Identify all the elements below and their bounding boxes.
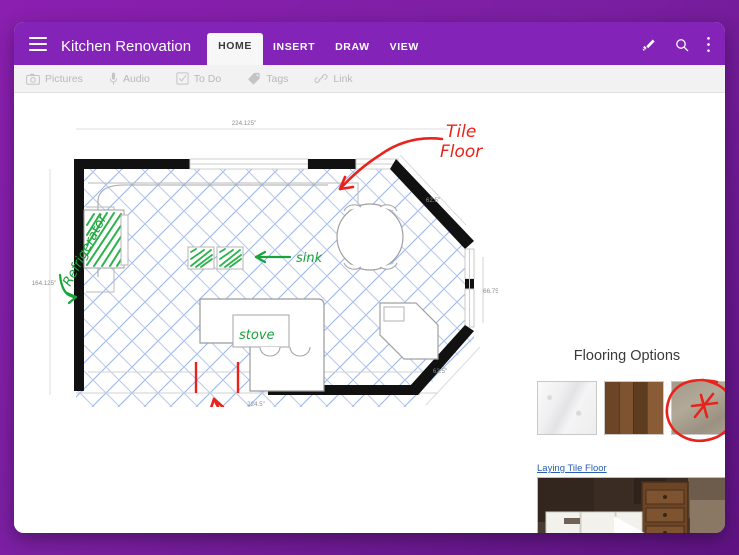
ink-label-tile-line1: Tile <box>446 122 476 142</box>
ink-label-ourselves-line1: we could <box>438 532 507 533</box>
ink-label-tile-line2: Floor <box>440 142 483 162</box>
ribbon-item-tags[interactable]: Tags <box>247 72 288 85</box>
tab-view[interactable]: VIEW <box>380 35 429 65</box>
checkbox-icon <box>176 72 189 85</box>
more-options-icon[interactable] <box>706 36 711 53</box>
ribbon-item-todo[interactable]: To Do <box>176 72 221 85</box>
dim-upper-right-diagonal: 62.5" <box>426 197 440 204</box>
tile-install-video[interactable] <box>537 477 725 533</box>
ink-selection-circle <box>665 378 725 443</box>
title-bar: Kitchen Renovation HOME INSERT DRAW VIEW <box>14 22 725 65</box>
tab-insert[interactable]: INSERT <box>263 35 325 65</box>
search-icon[interactable] <box>674 37 690 53</box>
note-canvas[interactable]: 224.125" 164.125" 224.5" 62.5" 66.75" 62… <box>14 93 725 533</box>
ribbon-label-audio: Audio <box>122 72 150 85</box>
ribbon-label-todo: To Do <box>193 72 222 85</box>
ribbon-item-link[interactable]: Link <box>314 72 353 85</box>
laying-tile-floor-link[interactable]: Laying Tile Floor <box>537 463 607 474</box>
ribbon-label-link: Link <box>333 72 353 85</box>
floorplan-image[interactable]: 224.125" 164.125" 224.5" 62.5" 66.75" 62… <box>28 107 498 407</box>
hamburger-icon[interactable] <box>29 37 47 51</box>
dark-wood-swatch[interactable] <box>604 381 664 435</box>
video-thumbnail <box>538 478 725 533</box>
ribbon-item-pictures[interactable]: Pictures <box>26 73 83 85</box>
microphone-icon <box>109 72 118 85</box>
ribbon-label-pictures: Pictures <box>45 72 83 85</box>
page-title: Kitchen Renovation <box>61 38 192 55</box>
ink-label-sink: sink <box>296 251 323 266</box>
link-icon <box>314 74 328 83</box>
dim-bottom: 224.5" <box>247 401 265 407</box>
app-window: Kitchen Renovation HOME INSERT DRAW VIEW <box>14 22 725 533</box>
ribbon-tabs: HOME INSERT DRAW VIEW <box>207 22 429 65</box>
camera-icon <box>26 73 40 85</box>
dim-left: 164.125" <box>32 280 57 287</box>
dim-right: 66.75" <box>483 288 498 295</box>
dim-top: 224.125" <box>232 120 257 127</box>
tab-draw[interactable]: DRAW <box>325 35 379 65</box>
ribbon-toolbar: Pictures Audio To Do Tags Link <box>14 65 725 93</box>
flooring-options-title: Flooring Options <box>573 348 681 364</box>
edit-pen-icon[interactable] <box>641 36 658 53</box>
ink-label-stove: stove <box>239 328 275 343</box>
ribbon-label-tags: Tags <box>266 72 289 85</box>
tab-home[interactable]: HOME <box>207 33 263 65</box>
tag-icon <box>248 72 260 85</box>
white-marble-swatch[interactable] <box>537 381 597 435</box>
ribbon-item-audio[interactable]: Audio <box>109 72 150 86</box>
header-actions <box>641 36 725 65</box>
dim-lower-right-diagonal: 62.5" <box>433 368 447 375</box>
